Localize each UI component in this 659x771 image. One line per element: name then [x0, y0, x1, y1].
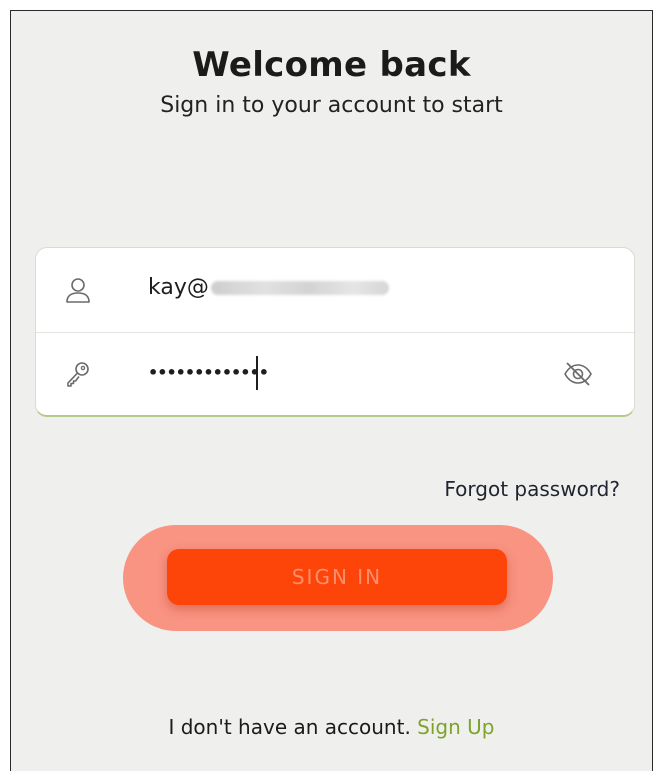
page-title: Welcome back [192, 45, 471, 85]
email-redacted-blur [210, 281, 389, 295]
email-visible-text: kay@ [148, 275, 209, 300]
email-field[interactable]: kay@ [36, 248, 634, 333]
login-screen: Welcome back Sign in to your account to … [10, 10, 653, 771]
text-cursor [256, 356, 258, 390]
forgot-password-link[interactable]: Forgot password? [444, 477, 620, 501]
signup-prompt: I don't have an account. Sign Up [11, 715, 652, 739]
credentials-card: kay@ ••••••••••••• [35, 247, 635, 417]
password-field[interactable]: ••••••••••••• [36, 332, 634, 415]
eye-off-icon[interactable] [562, 360, 594, 388]
page-subtitle: Sign in to your account to start [160, 93, 503, 118]
key-icon [67, 362, 89, 387]
sign-in-button[interactable]: SIGN IN [167, 549, 507, 605]
email-value: kay@ [148, 275, 389, 300]
sign-up-link[interactable]: Sign Up [417, 715, 494, 739]
user-icon [66, 278, 90, 303]
password-value: ••••••••••••• [148, 363, 269, 382]
signup-prompt-text: I don't have an account. [168, 715, 411, 739]
